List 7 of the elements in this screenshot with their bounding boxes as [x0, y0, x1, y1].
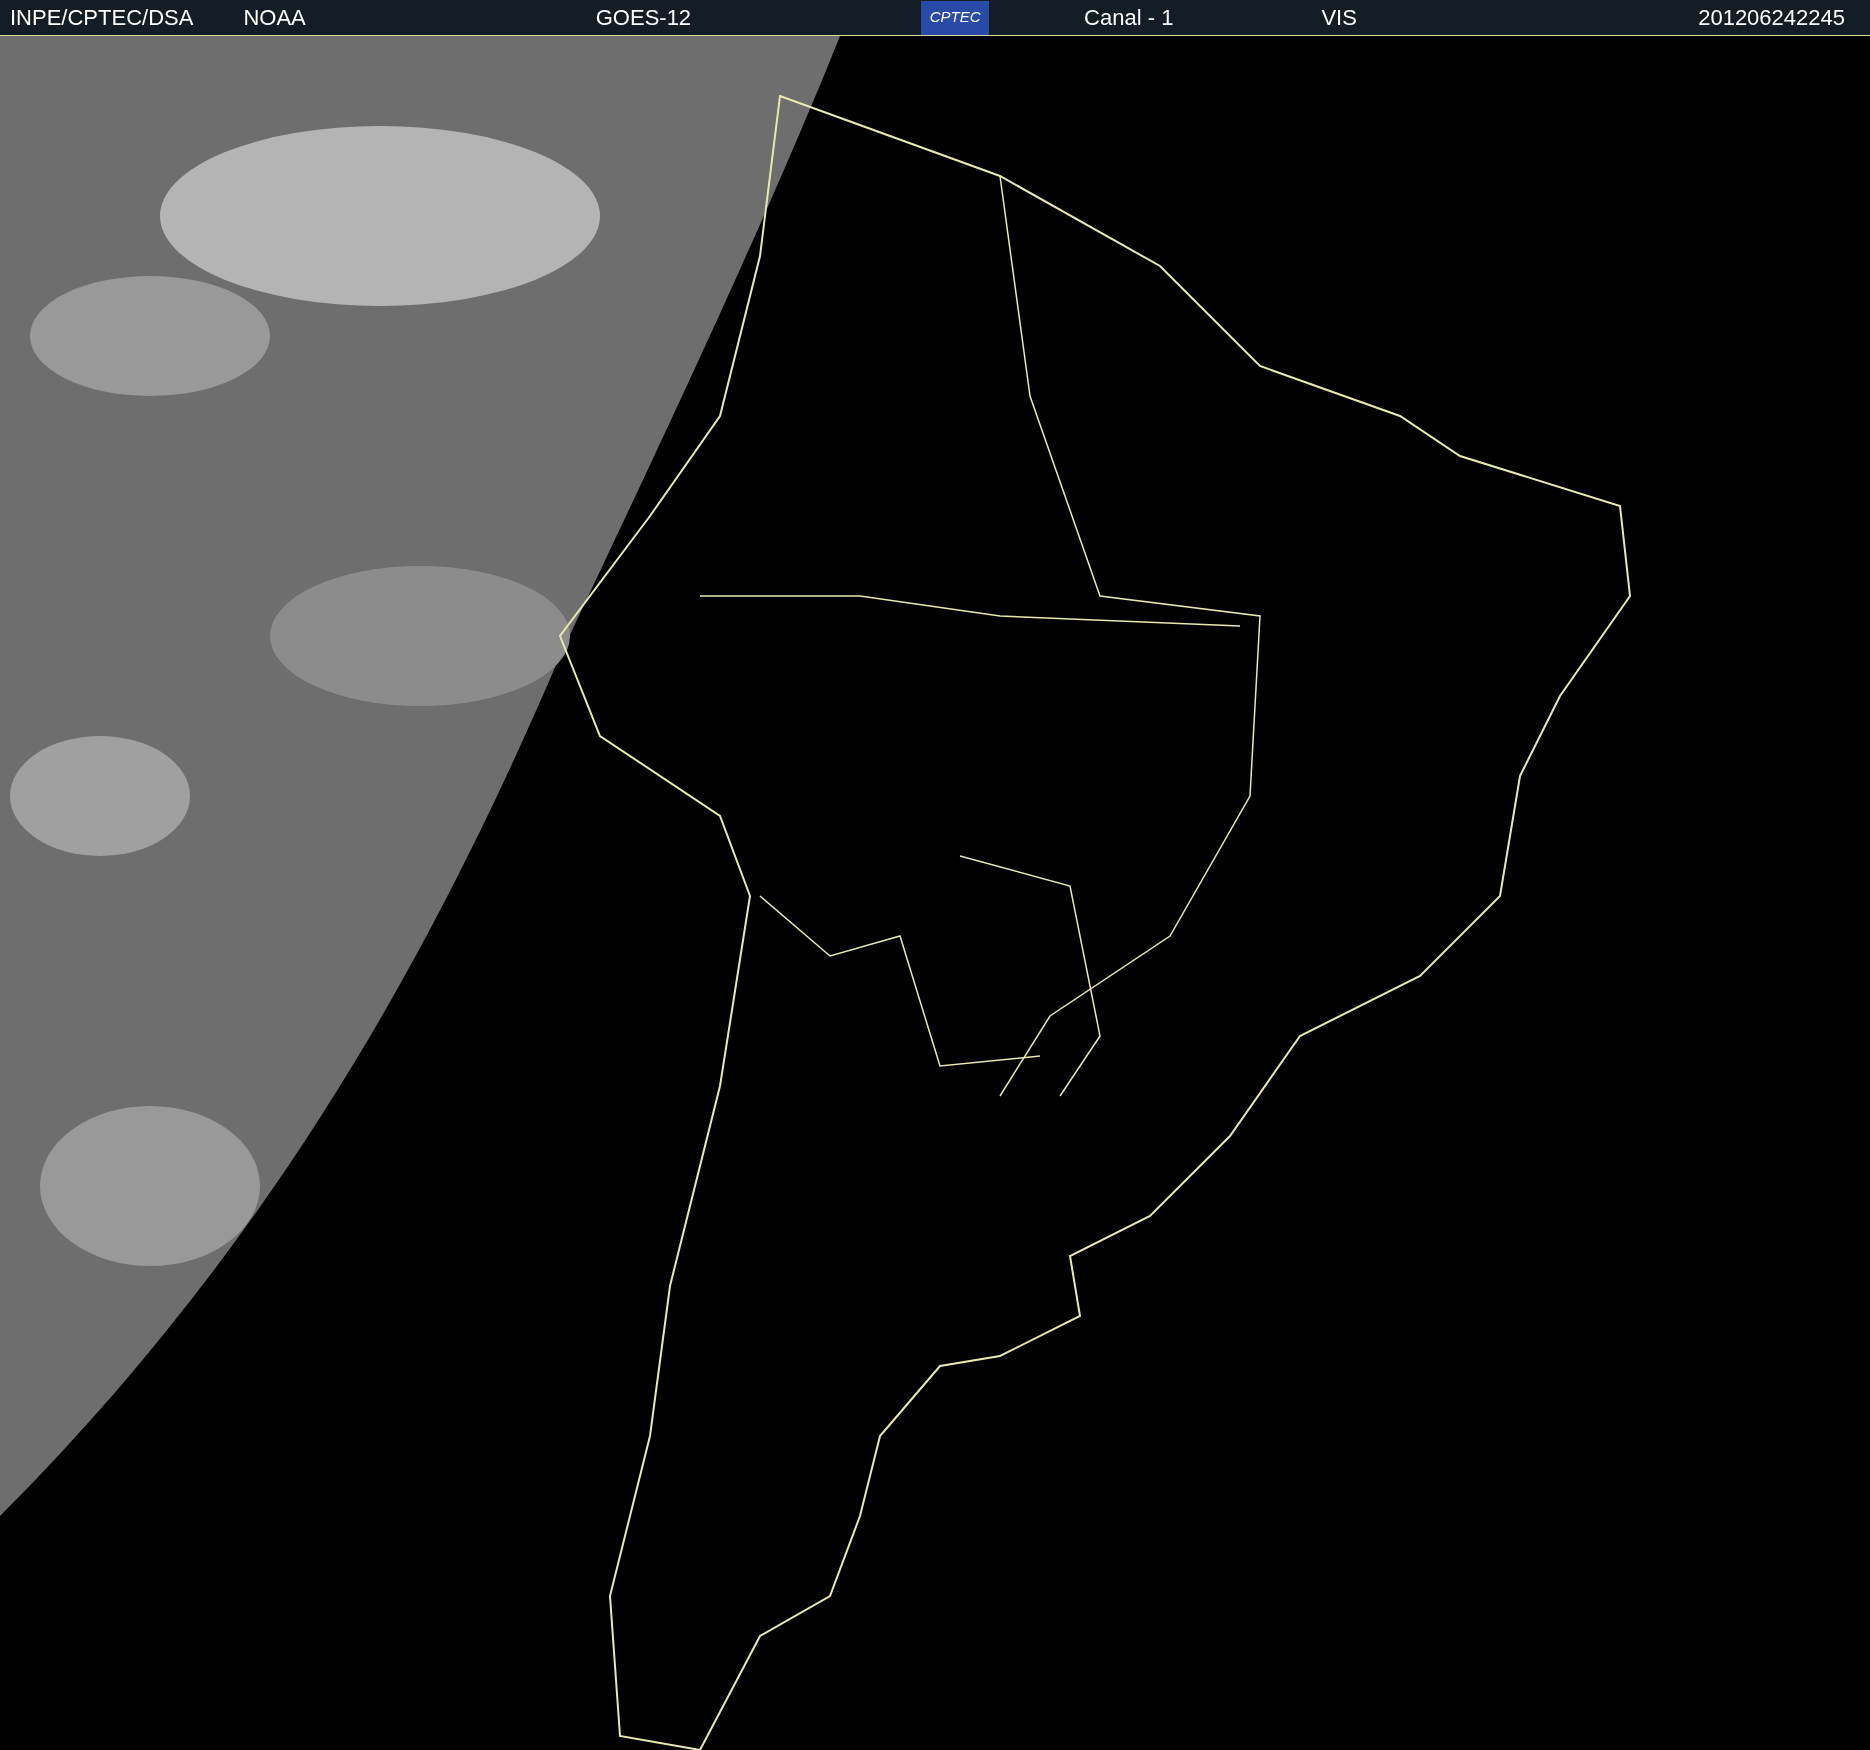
band-label: VIS	[1321, 4, 1357, 32]
source-label: INPE/CPTEC/DSA	[10, 4, 194, 32]
channel-label: Canal - 1	[1084, 4, 1174, 32]
logo: CPTEC	[921, 0, 990, 35]
timestamp-label: 201206242245	[1698, 4, 1845, 32]
agency-label: NOAA	[243, 4, 306, 32]
satellite-label: GOES-12	[595, 4, 692, 32]
